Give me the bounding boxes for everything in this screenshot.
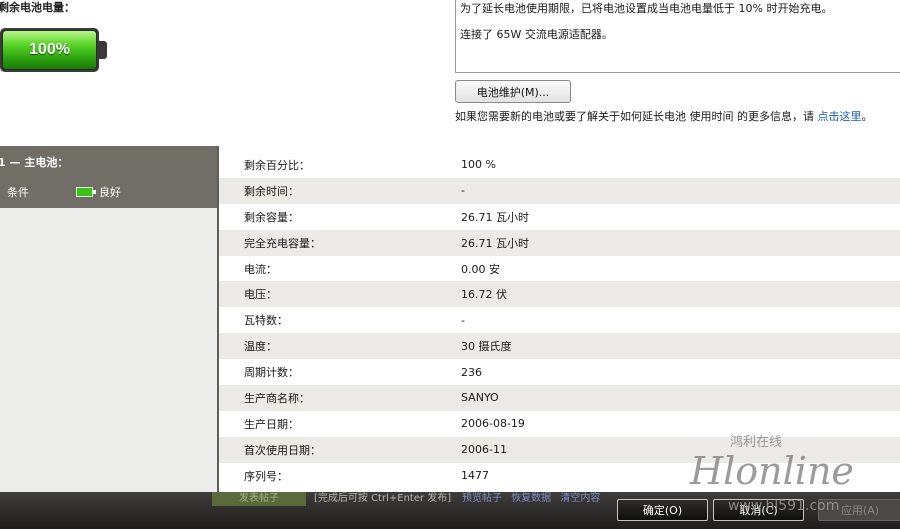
main-battery-item[interactable]: 1 — 主电池： 条件 良好	[0, 146, 218, 208]
detail-label: 完全充电容量：	[244, 236, 321, 250]
detail-label: 温度：	[244, 340, 277, 354]
table-row: 剩余时间： -	[219, 177, 900, 204]
shortcut-hint: [完成后可按 Ctrl+Enter 发布]	[314, 493, 452, 504]
detail-value: 2006-11	[461, 443, 507, 457]
help-suffix: 。	[861, 110, 873, 123]
help-text: 如果您需要新的电池或要了解关于如何延长电池 使用时间 的更多信息，请	[455, 110, 814, 123]
detail-label: 电压：	[244, 288, 277, 302]
preview-post-link[interactable]: 预览帖子	[462, 493, 502, 504]
battery-maintenance-button[interactable]: 电池维护(M)...	[455, 80, 571, 103]
battery-info-box[interactable]: 为了延长电池使用期限，已将电池设置成当电池电量低于 10% 时开始充电。 连接了…	[455, 0, 900, 73]
table-row: 首次使用日期： 2006-11	[219, 436, 900, 463]
detail-value: 2006-08-19	[461, 417, 525, 431]
battery-summary-area: 剩余电池电量： 100% 为了延长电池使用期限，已将电池设置成当电池电量低于 1…	[0, 0, 900, 146]
apply-button-label: 应用(A)	[840, 504, 880, 517]
detail-label: 电流：	[244, 262, 277, 276]
detail-value: 1477	[461, 469, 489, 483]
table-row: 电压： 16.72 伏	[219, 281, 900, 308]
detail-label: 瓦特数：	[244, 314, 288, 328]
detail-value: 16.72 伏	[461, 288, 507, 302]
ok-button-label: 确定(O)	[642, 504, 683, 517]
detail-label: 剩余时间：	[244, 184, 299, 198]
detail-value: -	[461, 313, 465, 327]
detail-value: -	[461, 184, 465, 198]
detail-label: 序列号：	[244, 469, 288, 483]
post-button[interactable]: 发表帖子	[212, 492, 306, 506]
detail-value: 100 %	[461, 158, 496, 172]
cancel-button-label: 取消(C)	[739, 504, 778, 517]
detail-label: 生产商名称：	[244, 391, 310, 405]
condition-label: 条件	[7, 186, 29, 199]
table-row: 电流： 0.00 安	[219, 255, 900, 282]
help-line: 如果您需要新的电池或要了解关于如何延长电池 使用时间 的更多信息，请 点击这里。	[455, 108, 873, 124]
battery-gauge-icon: 100%	[0, 28, 108, 72]
table-row: 完全充电容量： 26.71 瓦小时	[219, 229, 900, 256]
detail-value: 0.00 安	[461, 262, 500, 276]
table-row: 生产日期： 2006-08-19	[219, 410, 900, 437]
footer-links: 预览帖子 恢复数据 清空内容	[462, 492, 606, 505]
table-row: 剩余容量： 26.71 瓦小时	[219, 203, 900, 230]
click-here-link[interactable]: 点击这里	[818, 110, 862, 123]
battery-maintenance-label: 电池维护(M)...	[476, 85, 550, 99]
battery-percent-text: 100%	[29, 41, 70, 58]
table-row: 生产商名称： SANYO	[219, 385, 900, 411]
detail-value: 26.71 瓦小时	[461, 236, 529, 250]
table-row: 温度： 30 摄氏度	[219, 333, 900, 360]
detail-value: 26.71 瓦小时	[461, 210, 529, 224]
cancel-button[interactable]: 取消(C)	[713, 499, 804, 521]
condition-text: 良好	[99, 186, 121, 199]
battery-details-table: 剩余百分比： 100 % 剩余时间： - 剩余容量： 26.71 瓦小时 完全充电容量： 26…	[219, 152, 900, 489]
detail-label: 生产日期：	[244, 417, 299, 431]
restore-data-link[interactable]: 恢复数据	[511, 493, 551, 504]
detail-value: 30 摄氏度	[461, 340, 512, 354]
main-battery-title: 1 — 主电池：	[0, 156, 69, 169]
info-line-adapter: 连接了 65W 交流电源适配器。	[460, 28, 613, 41]
apply-button[interactable]: 应用(A)	[818, 499, 900, 521]
detail-label: 剩余容量：	[244, 210, 299, 224]
remaining-charge-label: 剩余电池电量：	[0, 1, 75, 14]
info-line-charge-threshold: 为了延长电池使用期限，已将电池设置成当电池电量低于 10% 时开始充电。	[460, 2, 833, 15]
condition-value: 良好	[76, 184, 121, 200]
clear-content-link[interactable]: 清空内容	[560, 493, 600, 504]
table-row: 剩余百分比： 100 %	[219, 152, 900, 178]
detail-label: 首次使用日期：	[244, 443, 321, 457]
battery-list-panel: 1 — 主电池： 条件 良好	[0, 146, 218, 492]
table-row: 序列号： 1477	[219, 462, 900, 489]
battery-cap	[99, 41, 107, 59]
ok-button[interactable]: 确定(O)	[617, 499, 708, 521]
battery-good-icon	[76, 187, 96, 197]
detail-value: 236	[461, 365, 482, 379]
table-row: 周期计数： 236	[219, 359, 900, 386]
detail-label: 周期计数：	[244, 366, 299, 380]
table-row: 瓦特数： -	[219, 307, 900, 334]
detail-label: 剩余百分比：	[244, 158, 310, 172]
detail-value: SANYO	[461, 391, 499, 405]
